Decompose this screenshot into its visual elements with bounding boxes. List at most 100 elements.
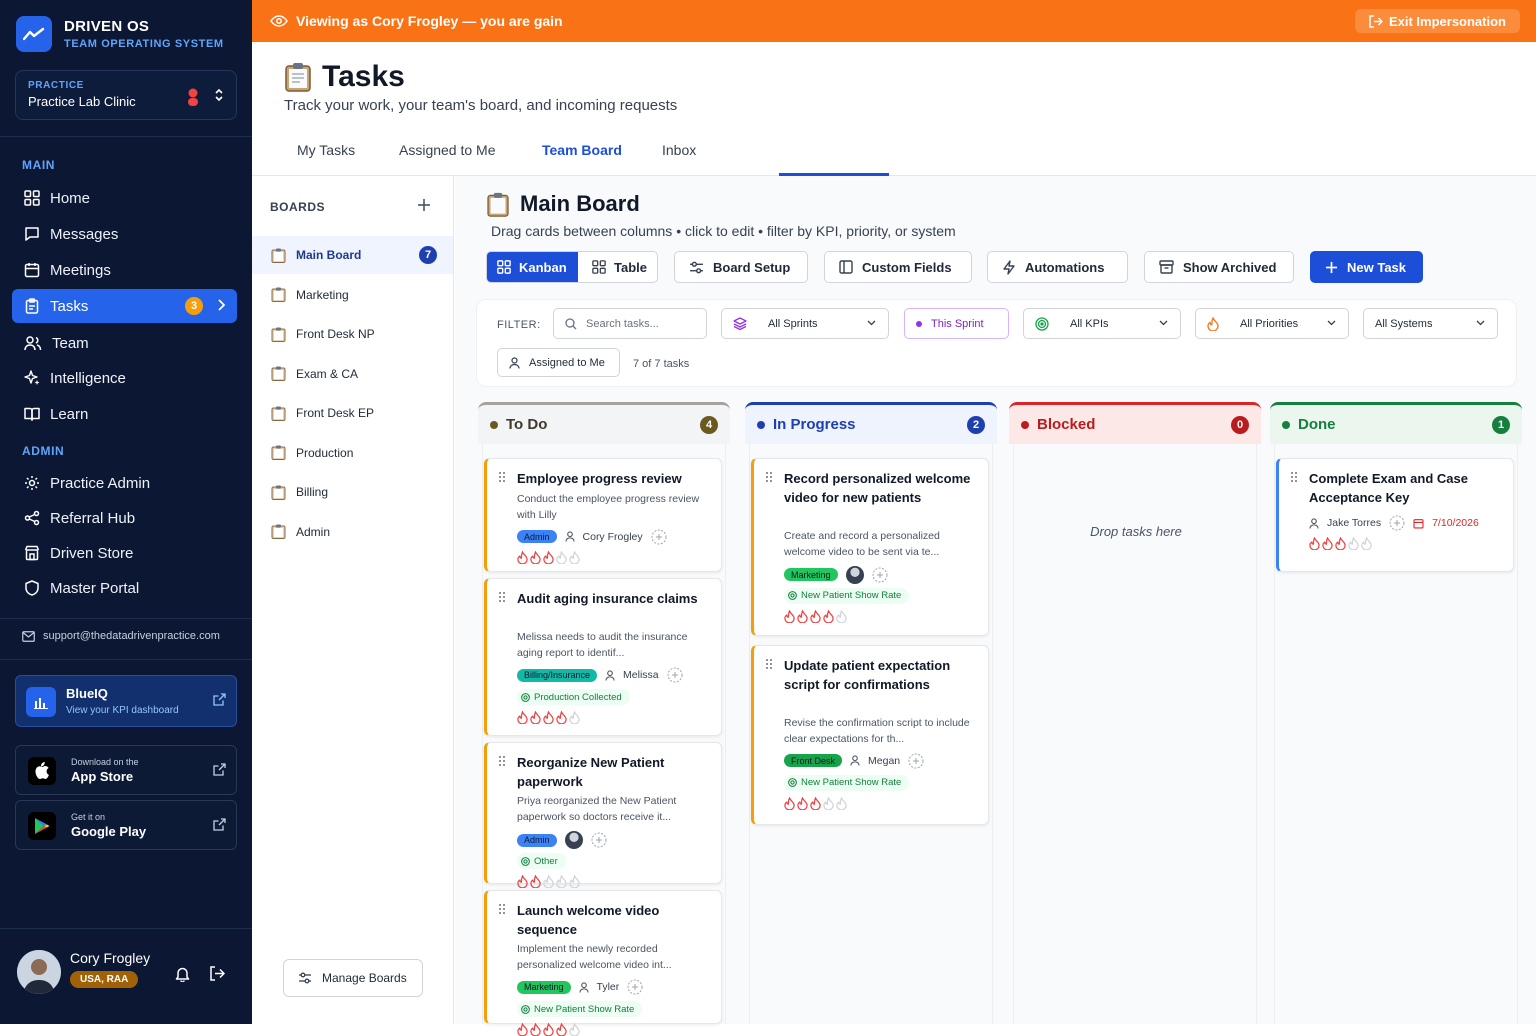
table-icon: [592, 260, 606, 274]
column-blocked: Blocked 0 Drop tasks here: [1009, 402, 1261, 1024]
board-setup-button[interactable]: Board Setup: [674, 251, 808, 283]
automations-button[interactable]: Automations: [987, 251, 1128, 283]
drop-zone-text[interactable]: Drop tasks here: [1014, 524, 1258, 539]
task-card[interactable]: Employee progress review Conduct the empl…: [484, 458, 722, 572]
tab-inbox[interactable]: Inbox: [662, 142, 696, 158]
assigned-to-me-toggle[interactable]: Assigned to Me: [497, 348, 620, 377]
priority-rating[interactable]: [784, 609, 847, 623]
system-tag: Billing/Insurance: [517, 668, 598, 682]
add-assignee-icon[interactable]: [591, 832, 607, 848]
search-input[interactable]: Search tasks...: [553, 308, 707, 339]
priority-rating[interactable]: [517, 550, 580, 564]
tab-team-board[interactable]: Team Board: [542, 142, 622, 158]
drag-handle-icon[interactable]: [1291, 472, 1297, 482]
priority-rating[interactable]: [517, 1023, 580, 1036]
add-assignee-icon[interactable]: [627, 979, 643, 995]
drag-handle-icon[interactable]: [499, 904, 505, 914]
kpi-chip[interactable]: New Patient Show Rate: [784, 774, 910, 791]
kpi-chip[interactable]: Production Collected: [517, 689, 630, 705]
board-item[interactable]: Front Desk EP: [252, 394, 453, 432]
priority-rating[interactable]: [784, 796, 847, 810]
task-card[interactable]: Record personalized welcome video for ne…: [751, 458, 989, 636]
task-card[interactable]: Audit aging insurance claims Melissa need…: [484, 578, 722, 736]
add-assignee-icon[interactable]: [908, 753, 924, 769]
priority-rating[interactable]: [1309, 537, 1372, 550]
drag-handle-icon[interactable]: [499, 472, 505, 482]
kpi-chip[interactable]: New Patient Show Rate: [517, 1001, 643, 1017]
support-email[interactable]: support@thedatadrivenpractice.com: [22, 630, 220, 642]
brand[interactable]: DRIVEN OS TEAM OPERATING SYSTEM: [16, 16, 224, 52]
tab-my-tasks[interactable]: My Tasks: [297, 142, 355, 158]
kpi-chip[interactable]: Other: [517, 853, 566, 869]
priority-select[interactable]: All Priorities: [1195, 308, 1349, 339]
search-icon: [565, 317, 577, 329]
board-item[interactable]: Exam & CA: [252, 355, 453, 393]
task-card[interactable]: Update patient expectation script for co…: [751, 645, 989, 825]
sidebar-item-home[interactable]: Home: [12, 181, 237, 215]
sprint-select[interactable]: All Sprints: [721, 308, 889, 339]
lightning-icon: [1003, 259, 1015, 275]
google-play-icon: [28, 812, 56, 840]
board-item[interactable]: Front Desk NP: [252, 315, 453, 353]
task-card[interactable]: Reorganize New Patient paperwork Priya re…: [484, 742, 722, 888]
board-item[interactable]: Marketing: [252, 276, 453, 314]
board-item[interactable]: Production: [252, 434, 453, 472]
task-card[interactable]: Complete Exam and Case Acceptance Key Jak…: [1276, 458, 1514, 572]
filter-bar: FILTER: Search tasks... All Sprints This…: [476, 299, 1517, 387]
kanban-label: Kanban: [519, 259, 567, 275]
task-card[interactable]: Launch welcome video sequence Implement t…: [484, 890, 722, 1036]
sidebar-item-meetings[interactable]: Meetings: [12, 253, 237, 287]
kpi-select[interactable]: All KPIs: [1023, 308, 1181, 339]
kanban-view-button[interactable]: Kanban: [487, 252, 578, 282]
add-board-icon[interactable]: [417, 198, 431, 212]
system-select[interactable]: All Systems: [1363, 308, 1498, 339]
board-item-label: Marketing: [296, 287, 349, 302]
board-icon: [271, 485, 286, 500]
show-archived-button[interactable]: Show Archived: [1144, 251, 1294, 283]
task-meta-row: Marketing Tyler: [517, 979, 643, 995]
bell-icon[interactable]: [175, 966, 190, 982]
board-item[interactable]: Billing: [252, 473, 453, 511]
board-item[interactable]: Main Board 7: [252, 236, 453, 274]
sidebar-item-practice-admin[interactable]: Practice Admin: [12, 466, 237, 500]
this-sprint-toggle[interactable]: This Sprint: [904, 308, 1009, 339]
tab-assigned-to-me[interactable]: Assigned to Me: [399, 142, 496, 158]
practice-selector[interactable]: PRACTICE Practice Lab Clinic: [15, 70, 237, 120]
sidebar-item-intelligence[interactable]: Intelligence: [12, 361, 237, 395]
user-profile[interactable]: Cory Frogley USA, RAA: [17, 948, 239, 998]
drag-handle-icon[interactable]: [499, 592, 505, 602]
table-view-button[interactable]: Table: [578, 252, 657, 282]
add-assignee-icon[interactable]: [667, 667, 683, 683]
chat-icon: [25, 227, 39, 241]
add-assignee-icon[interactable]: [1389, 515, 1405, 531]
add-assignee-icon[interactable]: [872, 567, 888, 583]
priority-rating[interactable]: [517, 875, 580, 888]
logout-icon[interactable]: [209, 966, 225, 981]
google-play-button[interactable]: Get it on Google Play: [15, 800, 237, 850]
drag-handle-icon[interactable]: [766, 472, 772, 482]
board-item-label: Admin: [296, 524, 331, 539]
board-item[interactable]: Admin: [252, 513, 453, 551]
user-icon: [850, 755, 860, 766]
manage-boards-button[interactable]: Manage Boards: [283, 959, 423, 997]
custom-fields-button[interactable]: Custom Fields: [824, 251, 972, 283]
add-assignee-icon[interactable]: [651, 529, 667, 545]
exit-impersonation-button[interactable]: Exit Impersonation: [1354, 9, 1520, 33]
kpi-chip[interactable]: New Patient Show Rate: [784, 587, 910, 604]
priority-rating[interactable]: [517, 711, 580, 724]
sidebar-item-tasks[interactable]: Tasks 3: [12, 289, 237, 323]
sidebar-item-referral-hub[interactable]: Referral Hub: [12, 501, 237, 535]
blueiq-card[interactable]: BlueIQ View your KPI dashboard: [15, 675, 237, 727]
drag-handle-icon[interactable]: [766, 659, 772, 669]
sidebar-item-team[interactable]: Team: [12, 326, 237, 360]
calendar-icon: [1413, 518, 1424, 529]
chevron-down-icon: [867, 320, 876, 326]
sidebar-item-master-portal[interactable]: Master Portal: [12, 571, 237, 605]
drag-handle-icon[interactable]: [499, 756, 505, 766]
sidebar-item-driven-store[interactable]: Driven Store: [12, 536, 237, 570]
sidebar-item-messages[interactable]: Messages: [12, 217, 237, 251]
app-store-button[interactable]: Download on the App Store: [15, 745, 237, 795]
new-task-button[interactable]: New Task: [1310, 251, 1423, 283]
task-meta-row: Billing/Insurance Melissa: [517, 667, 683, 683]
sidebar-item-learn[interactable]: Learn: [12, 397, 237, 431]
